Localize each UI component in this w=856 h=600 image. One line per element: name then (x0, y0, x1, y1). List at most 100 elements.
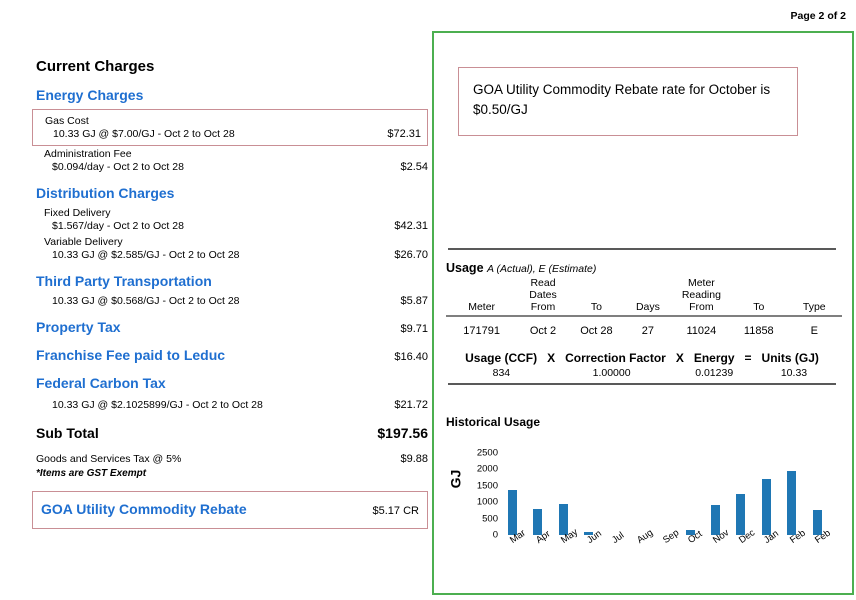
chart-bar-slot (730, 453, 755, 535)
goa-rebate-amount: $5.17 CR (372, 505, 419, 517)
chart-bar (736, 494, 746, 535)
header-reading-from-label: From (689, 301, 714, 314)
chart-bar (787, 471, 797, 535)
header-reading-to-label: To (753, 301, 765, 314)
chart-x-tick-labels: Mar Apr May Jun Jul Aug Sep Oct Nov Dec Jan Feb Feb (502, 527, 832, 577)
cell-reading-from: 11024 (686, 325, 717, 338)
conversion-header-row: Usage (CCF) X Correction Factor X Energy… (452, 351, 832, 365)
distribution-charges-heading: Distribution Charges (36, 185, 175, 201)
chart-bar-slot (807, 453, 832, 535)
administration-fee-row: $0.094/day - Oct 2 to Oct 28 $2.54 (36, 161, 428, 173)
usage-table-block: Usage A (Actual), E (Estimate) Meter Rea… (446, 261, 842, 339)
conv-value-correction: 1.00000 (592, 367, 631, 379)
usage-table-header-row: Meter Read Dates From To Days Meter Read… (446, 277, 842, 313)
federal-carbon-tax-amount: $21.72 (394, 399, 428, 411)
chart-bar-slot (502, 453, 527, 535)
chart-bar (761, 479, 771, 535)
header-meter-reading-spacer (733, 289, 784, 301)
sub-total-row: Sub Total $197.56 (36, 425, 428, 441)
chart-y-tick: 2500 (476, 447, 498, 459)
chart-y-axis-label: GJ (447, 469, 464, 489)
chart-bar-slot (527, 453, 552, 535)
conv-operator-1: X (547, 351, 556, 365)
chart-bar-slot (781, 453, 806, 535)
chart-bar (508, 489, 517, 535)
usage-table: Meter Read Dates From To Days Meter Read… (446, 277, 842, 313)
conv-value-usage: 834 (492, 367, 511, 379)
variable-delivery-detail: 10.33 GJ @ $2.585/GJ - Oct 2 to Oct 28 (52, 249, 240, 261)
right-detail-panel: GOA Utility Commodity Rebate rate for Oc… (432, 31, 854, 595)
fixed-delivery-label: Fixed Delivery (44, 207, 111, 219)
fixed-delivery-row: $1.567/day - Oct 2 to Oct 28 $42.31 (36, 220, 428, 232)
chart-bar-slot (680, 453, 705, 535)
franchise-fee-heading: Franchise Fee paid to Leduc (36, 347, 226, 363)
header-meter-reading: Meter Reading (681, 277, 721, 302)
variable-delivery-row: 10.33 GJ @ $2.585/GJ - Oct 2 to Oct 28 $… (36, 249, 428, 261)
current-charges-panel: Current Charges Energy Charges Gas Cost … (32, 58, 428, 529)
variable-delivery-label: Variable Delivery (44, 236, 123, 248)
header-type: Type (787, 277, 842, 313)
chart-title: Historical Usage (446, 415, 541, 429)
chart-y-tick: 2000 (476, 463, 498, 475)
franchise-fee-amount: $16.40 (394, 351, 428, 363)
goa-rebate-label: GOA Utility Commodity Rebate (41, 501, 247, 517)
conv-header-units: Units (GJ) (761, 351, 819, 365)
gas-cost-label: Gas Cost (45, 115, 89, 127)
header-read-to: To (569, 277, 624, 313)
usage-title-legend: A (Actual), E (Estimate) (487, 263, 597, 275)
chart-bar-slot (604, 453, 629, 535)
chart-plot-area: GJ 2500 2000 1500 1000 500 0 Mar Apr May Jun Jul A… (442, 431, 842, 581)
property-tax-amount: $9.71 (400, 323, 428, 335)
gst-row: Goods and Services Tax @ 5% $9.88 (36, 453, 428, 465)
chart-y-tick: 1500 (476, 480, 498, 492)
header-read-dates: Read Dates (529, 277, 557, 302)
administration-fee-label: Administration Fee (44, 148, 132, 160)
usage-table-body: 171791 Oct 2 Oct 28 27 11024 11858 E (446, 317, 842, 339)
chart-bar-slot (705, 453, 730, 535)
gas-cost-detail: 10.33 GJ @ $7.00/GJ - Oct 2 to Oct 28 (53, 128, 235, 140)
table-row: 171791 Oct 2 Oct 28 27 11024 11858 E (446, 317, 842, 339)
conv-value-units: 10.33 (780, 367, 808, 379)
header-read-to-label: To (590, 301, 602, 314)
third-party-amount: $5.87 (400, 295, 428, 307)
conv-header-usage: Usage (CCF) (465, 351, 538, 365)
administration-fee-amount: $2.54 (400, 161, 428, 173)
chart-y-tick: 500 (482, 512, 498, 524)
header-type-label: Type (802, 301, 826, 314)
header-read-from-label: From (530, 301, 556, 314)
federal-carbon-tax-heading: Federal Carbon Tax (36, 375, 166, 391)
gst-label: Goods and Services Tax @ 5% (36, 453, 182, 465)
cell-days: 27 (641, 325, 655, 338)
cell-meter: 171791 (463, 325, 500, 338)
cell-read-to: Oct 28 (580, 325, 613, 338)
conv-header-energy: Energy (693, 351, 735, 365)
conv-value-energy: 0.01239 (695, 367, 734, 379)
header-reading-to: To (731, 277, 786, 313)
header-read-from: Read Dates From (517, 277, 568, 313)
chart-bar-slot (654, 453, 679, 535)
goa-rebate-highlight-box: GOA Utility Commodity Rebate $5.17 CR (32, 491, 428, 529)
header-read-dates-spacer (571, 289, 622, 301)
variable-delivery-amount: $26.70 (394, 249, 428, 261)
sub-total-label: Sub Total (36, 425, 99, 441)
conv-operator-3: = (744, 351, 752, 365)
header-reading-from: Meter Reading From (672, 277, 731, 313)
chart-bars (502, 453, 832, 535)
administration-fee-detail: $0.094/day - Oct 2 to Oct 28 (52, 161, 184, 173)
page-title: Current Charges (36, 58, 155, 75)
fixed-delivery-amount: $42.31 (394, 220, 428, 232)
property-tax-heading: Property Tax (36, 319, 121, 335)
chart-y-tick: 0 (492, 529, 498, 541)
header-days: Days (624, 277, 672, 313)
chart-y-tick: 1000 (476, 496, 498, 508)
third-party-transportation-heading: Third Party Transportation (36, 273, 212, 289)
gst-exempt-note: *Items are GST Exempt (36, 468, 147, 479)
historical-usage-chart: Historical Usage GJ 2500 2000 1500 1000 500 0… (442, 415, 842, 585)
franchise-fee-row: Franchise Fee paid to Leduc $16.40 (36, 347, 428, 363)
sub-total-amount: $197.56 (377, 425, 428, 441)
header-type-spacer (789, 289, 840, 301)
cell-read-from: Oct 2 (529, 325, 557, 338)
header-days-label: Days (635, 301, 660, 314)
chart-bar-slot (553, 453, 578, 535)
page-indicator: Page 2 of 2 (790, 10, 846, 22)
